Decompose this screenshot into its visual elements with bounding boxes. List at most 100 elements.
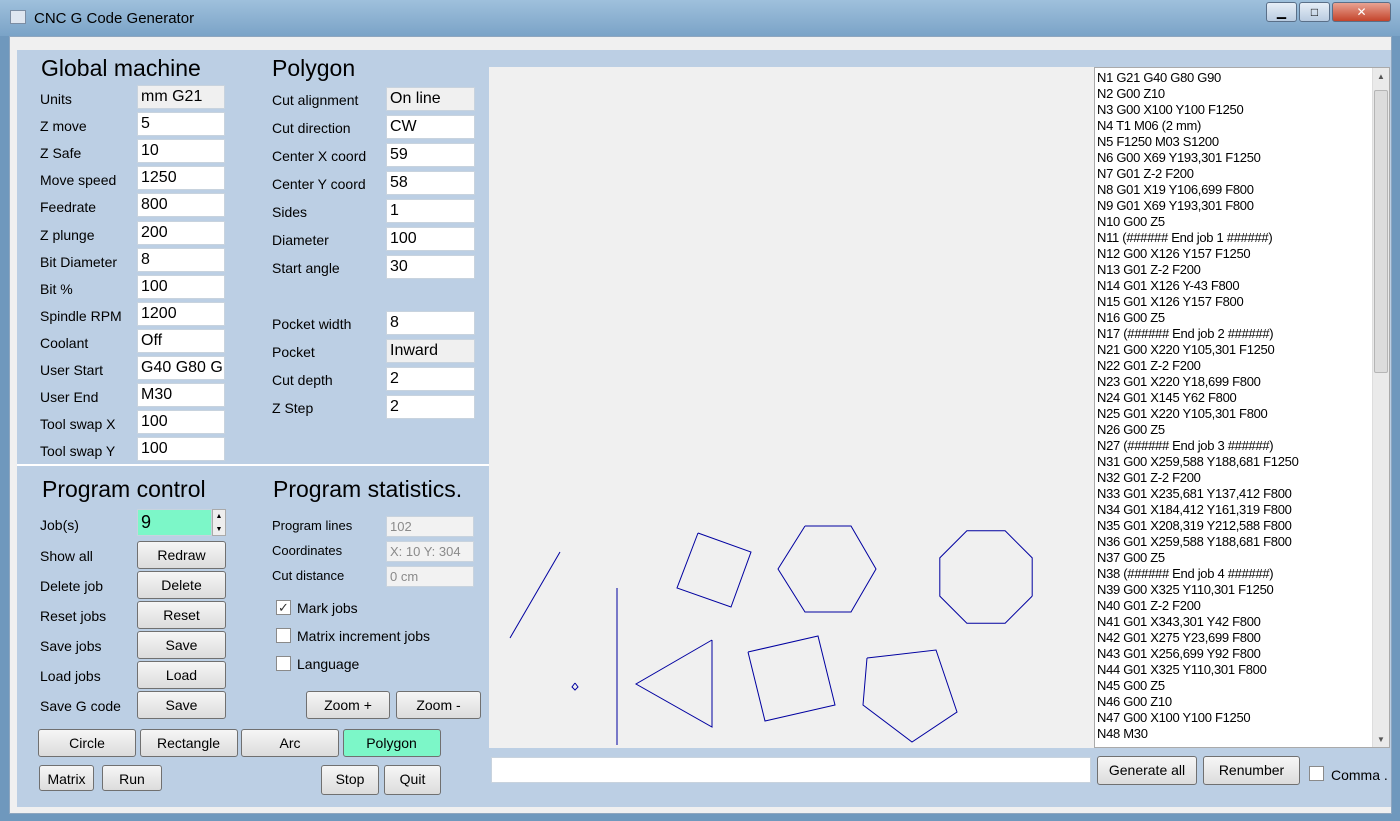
polygon-title: Polygon [272,55,356,81]
global-label: User End [40,389,99,406]
scrollbar-thumb[interactable] [1374,90,1388,373]
stat-label: Cut distance [272,568,345,583]
mode-button-polygon[interactable]: Polygon [342,729,441,757]
control-button[interactable]: Delete [137,571,226,599]
polygon-field[interactable]: 30 [386,255,475,279]
polygon-field[interactable]: 59 [386,143,475,167]
window-title: CNC G Code Generator [34,10,195,27]
scroll-up-icon[interactable]: ▲ [1373,68,1389,81]
control-label: Delete job [40,578,104,594]
gcode-listbox[interactable]: N1 G21 G40 G80 G90 N2 G00 Z10 N3 G00 X100 … [1094,67,1390,748]
matrix-button[interactable]: Matrix [39,765,94,791]
control-button[interactable]: Save [137,691,226,719]
global-field[interactable]: M30 [137,383,225,408]
gcode-line: N31 G00 X259,588 Y188,681 F1250 [1097,454,1299,469]
polygon-field[interactable]: CW [386,115,475,139]
global-field[interactable]: 10 [137,139,225,164]
scroll-down-icon[interactable]: ▼ [1373,735,1389,744]
gcode-line: N45 G00 Z5 [1097,678,1165,693]
app-icon [10,10,26,24]
jobs-spinner[interactable]: 9 [137,509,212,536]
polygon-field[interactable]: 58 [386,171,475,195]
mode-button-arc[interactable]: Arc [241,729,339,757]
option-checkbox[interactable] [276,628,291,643]
quit-button[interactable]: Quit [384,765,441,795]
drawing-canvas[interactable] [489,67,1094,748]
global-field[interactable]: 100 [137,410,225,435]
mode-button-rectangle[interactable]: Rectangle [139,729,238,757]
gcode-line: N33 G01 X235,681 Y137,412 F800 [1097,486,1292,501]
polygon-field[interactable]: 8 [386,311,475,335]
stop-button[interactable]: Stop [321,765,379,795]
polygon-field[interactable]: 2 [386,395,475,419]
gcode-line: N24 G01 X145 Y62 F800 [1097,390,1237,405]
gcode-line: N41 G01 X343,301 Y42 F800 [1097,614,1261,629]
global-field[interactable]: 5 [137,112,225,137]
zoom-in-button[interactable]: Zoom + [306,691,390,719]
gcode-line: N11 (###### End job 1 ######) [1097,230,1273,245]
run-button[interactable]: Run [102,765,162,791]
line-shape [509,551,561,639]
renumber-button[interactable]: Renumber [1203,756,1300,785]
option-checkbox[interactable] [276,656,291,671]
global-label: Move speed [40,172,117,189]
global-field[interactable]: G40 G80 G [137,356,225,380]
mode-button-circle[interactable]: Circle [38,729,136,757]
program-control-title: Program control [42,476,206,502]
jobs-label: Job(s) [40,517,79,533]
polygon-field[interactable]: On line [386,87,475,111]
global-field[interactable]: 200 [137,220,225,245]
global-field[interactable]: 100 [137,274,225,299]
triangle-shape [634,639,713,728]
control-button[interactable]: Load [137,661,226,689]
gcode-line: N12 G00 X126 Y157 F1250 [1097,246,1251,261]
gcode-line: N40 G01 Z-2 F200 [1097,598,1201,613]
global-label: Z Safe [40,145,82,162]
polygon-field[interactable]: Inward [386,339,475,363]
minimize-button[interactable]: ▁ [1266,2,1297,22]
gcode-line: N39 G00 X325 Y110,301 F1250 [1097,582,1274,597]
gcode-line: N16 G00 Z5 [1097,310,1165,325]
control-button[interactable]: Save [137,631,226,659]
control-button[interactable]: Reset [137,601,226,629]
polygon-label: Center X coord [272,148,367,164]
global-field[interactable]: 8 [137,247,225,272]
global-label: Feedrate [40,199,97,216]
polygon-label: Center Y coord [272,176,366,192]
global-field[interactable]: Off [137,328,225,353]
gcode-line: N13 G01 Z-2 F200 [1097,262,1201,277]
gcode-line: N17 (###### End job 2 ######) [1097,326,1274,341]
polygon-field[interactable]: 2 [386,367,475,391]
global-field[interactable]: 1200 [137,301,225,326]
global-label: Z move [40,118,87,135]
gcode-line: N48 M30 [1097,726,1148,741]
global-field[interactable]: 800 [137,193,225,218]
gcode-line: N15 G01 X126 Y157 F800 [1097,294,1244,309]
control-button[interactable]: Redraw [137,541,226,569]
polygon-field[interactable]: 100 [386,227,475,251]
option-label: Mark jobs [297,600,358,616]
zoom-out-button[interactable]: Zoom - [396,691,481,719]
gcode-line: N23 G01 X220 Y18,699 F800 [1097,374,1261,389]
command-input[interactable] [491,757,1091,783]
global-field[interactable]: 100 [137,437,225,462]
generate-all-button[interactable]: Generate all [1097,756,1197,785]
jobs-spinner-arrows[interactable]: ▲ ▼ [212,509,226,536]
stat-value: 102 [386,516,474,537]
comma-checkbox[interactable] [1309,766,1324,781]
option-checkbox[interactable]: ✓ [276,600,291,615]
global-label: Z plunge [40,226,95,243]
maximize-button[interactable]: □ [1299,2,1330,22]
global-field[interactable]: mm G21 [137,85,225,109]
gcode-line: N27 (###### End job 3 ######) [1097,438,1274,453]
control-label: Save G code [40,698,121,714]
gcode-line: N9 G01 X69 Y193,301 F800 [1097,198,1254,213]
polygon-field[interactable]: 1 [386,199,475,223]
polygon-label: Z Step [272,400,314,416]
scrollbar[interactable]: ▲ ▼ [1372,68,1389,747]
global-field[interactable]: 1250 [137,166,225,191]
gcode-line: N36 G01 X259,588 Y188,681 F800 [1097,534,1292,549]
gcode-line: N10 G00 Z5 [1097,214,1165,229]
program-statistics-title: Program statistics. [273,476,463,502]
close-button[interactable]: ✕ [1332,2,1391,22]
